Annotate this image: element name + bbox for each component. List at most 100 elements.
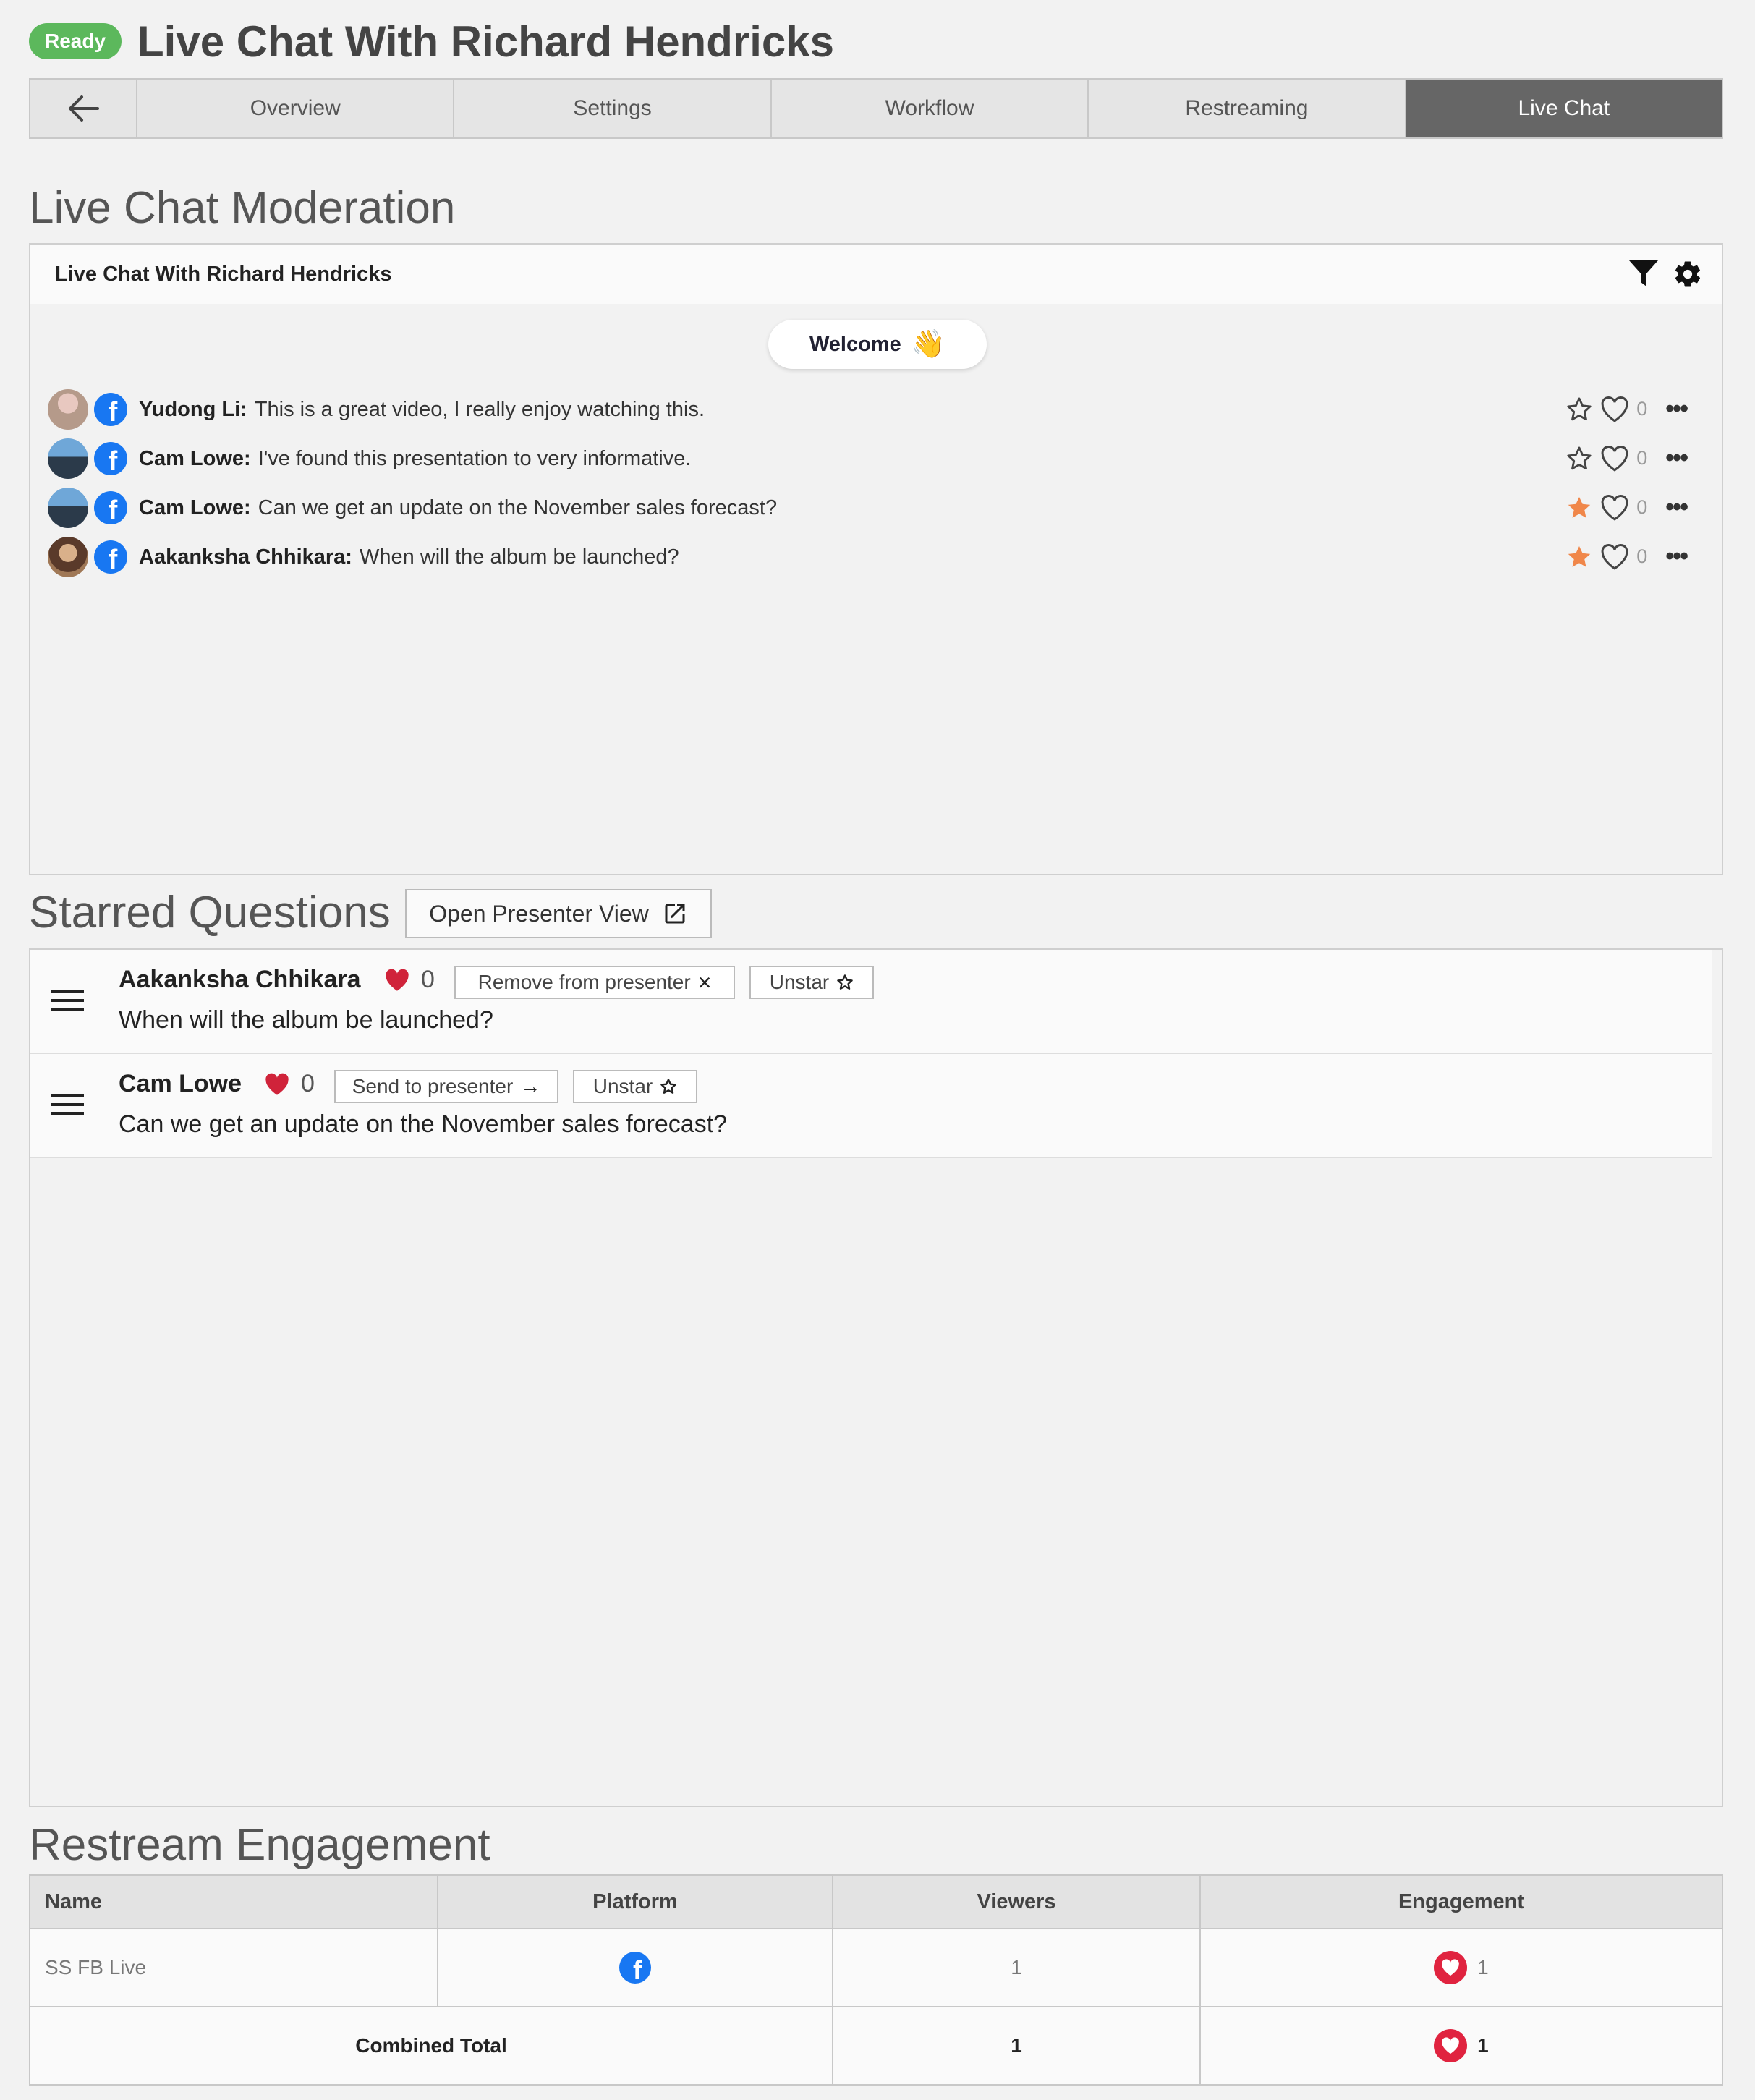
question-likes: 0	[383, 966, 435, 994]
star-filled-icon[interactable]	[1565, 494, 1593, 522]
chat-message: f Cam Lowe: I've found this presentation…	[48, 437, 1712, 480]
more-options-icon[interactable]: •••	[1665, 493, 1688, 522]
engagement-count: 1	[1477, 1956, 1489, 1978]
page-title: Live Chat With Richard Hendricks	[137, 17, 834, 66]
waving-hand-icon: 👋	[911, 329, 946, 360]
row-name: SS FB Live	[29, 1928, 438, 2007]
avatar	[48, 488, 88, 528]
facebook-icon: f	[619, 1952, 651, 1984]
starred-section-title: Starred Questions	[29, 888, 391, 938]
table-row: SS FB Live f 1 1	[29, 1928, 1723, 2007]
star-outline-icon[interactable]	[1565, 445, 1593, 472]
tab-live-chat[interactable]: Live Chat	[1404, 80, 1722, 137]
star-outline-icon[interactable]	[1565, 396, 1593, 423]
unstar-button[interactable]: Unstar	[573, 1070, 697, 1103]
message-author: Aakanksha Chhikara:	[139, 545, 352, 569]
avatar	[48, 537, 88, 577]
question-text: When will the album be launched?	[119, 1006, 493, 1034]
arrow-left-icon	[69, 95, 99, 122]
facebook-icon: f	[94, 393, 127, 426]
table-header-row: Name Platform Viewers Engagement	[29, 1874, 1723, 1929]
engagement-table: Name Platform Viewers Engagement SS FB L…	[29, 1874, 1723, 2086]
row-platform: f	[437, 1928, 833, 2007]
unstar-label: Unstar	[592, 1075, 653, 1097]
heart-reaction-icon	[1434, 1951, 1468, 1984]
total-viewers: 1	[832, 2006, 1201, 2086]
avatar	[48, 389, 88, 430]
tab-restreaming[interactable]: Restreaming	[1087, 80, 1404, 137]
like-count: 0	[421, 966, 435, 993]
message-text: I've found this presentation to very inf…	[258, 446, 692, 470]
gear-icon[interactable]	[1673, 259, 1703, 289]
facebook-icon: f	[94, 491, 127, 524]
drag-handle-icon[interactable]	[51, 1092, 84, 1118]
starred-questions-panel: Aakanksha Chhikara 0 Remove from present…	[29, 948, 1723, 1807]
heart-outline-icon[interactable]	[1600, 445, 1629, 472]
message-actions: 0 •••	[1565, 543, 1688, 571]
star-filled-icon[interactable]	[1565, 543, 1593, 571]
close-icon: ×	[697, 969, 712, 995]
like-count: 0	[1636, 545, 1648, 567]
engagement-count: 1	[1477, 2034, 1489, 2057]
message-actions: 0 •••	[1565, 395, 1688, 423]
question-author: Cam Lowe	[119, 1070, 242, 1097]
tab-overview[interactable]: Overview	[136, 80, 453, 137]
chat-message: f Aakanksha Chhikara: When will the albu…	[48, 535, 1712, 579]
welcome-button[interactable]: Welcome 👋	[768, 320, 987, 369]
column-header-platform: Platform	[437, 1874, 833, 1929]
status-badge: Ready	[29, 23, 122, 59]
avatar	[48, 438, 88, 479]
chat-panel-header: Live Chat With Richard Hendricks	[30, 245, 1722, 304]
drag-handle-icon[interactable]	[51, 987, 84, 1013]
starred-question-item: Aakanksha Chhikara 0 Remove from present…	[30, 950, 1712, 1054]
heart-outline-icon[interactable]	[1600, 494, 1629, 522]
facebook-icon: f	[94, 442, 127, 475]
remove-from-presenter-button[interactable]: Remove from presenter ×	[454, 966, 735, 999]
column-header-engagement: Engagement	[1199, 1874, 1723, 1929]
chat-panel-title: Live Chat With Richard Hendricks	[55, 262, 392, 286]
open-presenter-view-label: Open Presenter View	[429, 900, 649, 927]
like-count: 0	[1636, 447, 1648, 469]
message-author: Cam Lowe:	[139, 446, 251, 470]
filter-icon[interactable]	[1629, 260, 1658, 288]
message-author: Yudong Li:	[139, 397, 247, 421]
remove-from-presenter-label: Remove from presenter	[477, 971, 691, 993]
chat-message: f Cam Lowe: Can we get an update on the …	[48, 486, 1712, 530]
send-to-presenter-button[interactable]: Send to presenter →	[334, 1070, 558, 1103]
facebook-icon: f	[94, 540, 127, 574]
total-engagement: 1	[1199, 2006, 1723, 2086]
unstar-label: Unstar	[769, 971, 830, 993]
tab-workflow[interactable]: Workflow	[770, 80, 1087, 137]
message-text: This is a great video, I really enjoy wa…	[254, 397, 705, 421]
total-label: Combined Total	[29, 2006, 833, 2086]
like-count: 0	[301, 1070, 315, 1097]
back-button[interactable]	[30, 80, 136, 137]
heart-filled-icon[interactable]	[383, 968, 411, 992]
question-author: Aakanksha Chhikara	[119, 966, 361, 993]
message-text: Can we get an update on the November sal…	[258, 496, 778, 519]
star-outline-icon	[660, 1079, 677, 1094]
tab-settings[interactable]: Settings	[453, 80, 770, 137]
unstar-button[interactable]: Unstar	[749, 966, 874, 999]
welcome-label: Welcome	[809, 332, 901, 356]
chat-message: f Yudong Li: This is a great video, I re…	[48, 388, 1712, 431]
heart-outline-icon[interactable]	[1600, 543, 1629, 571]
chat-panel: Live Chat With Richard Hendricks Welcome…	[29, 243, 1723, 875]
message-actions: 0 •••	[1565, 493, 1688, 522]
like-count: 0	[1636, 398, 1648, 420]
tab-bar: Overview Settings Workflow Restreaming L…	[29, 78, 1723, 139]
send-to-presenter-label: Send to presenter	[352, 1075, 514, 1097]
row-engagement: 1	[1199, 1928, 1723, 2007]
more-options-icon[interactable]: •••	[1665, 395, 1688, 423]
column-header-viewers: Viewers	[832, 1874, 1201, 1929]
more-options-icon[interactable]: •••	[1665, 543, 1688, 571]
heart-outline-icon[interactable]	[1600, 396, 1629, 423]
more-options-icon[interactable]: •••	[1665, 444, 1688, 472]
row-viewers: 1	[832, 1928, 1201, 2007]
heart-filled-icon[interactable]	[263, 1072, 291, 1097]
message-author: Cam Lowe:	[139, 496, 251, 519]
table-total-row: Combined Total 1 1	[29, 2006, 1723, 2086]
open-presenter-view-button[interactable]: Open Presenter View	[405, 889, 712, 938]
column-header-name: Name	[29, 1874, 438, 1929]
question-likes: 0	[263, 1070, 315, 1098]
